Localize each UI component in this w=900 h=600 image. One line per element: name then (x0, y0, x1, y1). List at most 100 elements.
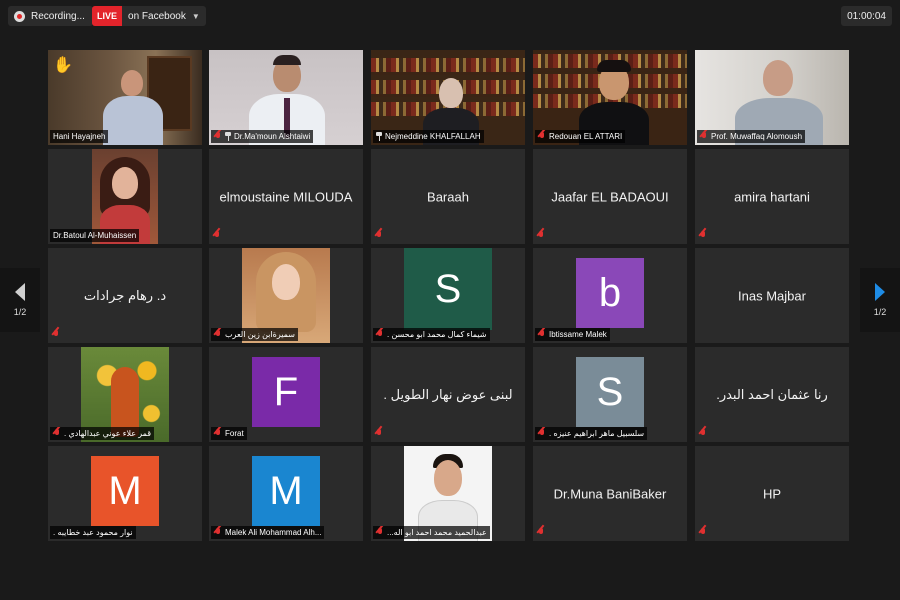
participant-tile[interactable]: Dr.Muna BaniBaker (533, 446, 687, 541)
participant-body (103, 96, 163, 145)
participant-tile[interactable]: Dr.Batoul Al-Muhaissen (48, 149, 202, 244)
participant-head (272, 264, 300, 300)
participant-head (763, 60, 793, 96)
previous-page-button[interactable]: 1/2 (0, 268, 40, 332)
participant-name: Nejmeddine KHALFALLAH (385, 132, 481, 141)
mic-muted-icon (53, 429, 61, 438)
participant-tile[interactable]: S سلسبيل ماهر ابراهيم عنيزه . (533, 347, 687, 442)
participant-tile[interactable]: S شيماء كمال محمد ابو محسن . (371, 248, 525, 343)
mic-muted-icon (538, 429, 546, 438)
participant-name-tag: Forat (211, 427, 247, 440)
participant-tile[interactable]: Baraah (371, 149, 525, 244)
record-icon (14, 10, 25, 22)
mic-muted-icon (699, 231, 707, 240)
participant-name: Dr.Batoul Al-Muhaissen (53, 231, 137, 240)
participant-display-name: Inas Majbar (738, 288, 806, 303)
mic-muted-icon (699, 528, 707, 537)
participant-name: Dr.Ma'moun Alshtaiwi (234, 132, 311, 141)
participant-tile[interactable]: elmoustaine MILOUDA (209, 149, 363, 244)
participant-tile[interactable]: M Malek Ali Mohammad Alh... (209, 446, 363, 541)
mic-muted-icon (214, 528, 222, 537)
mic-muted-icon (538, 330, 546, 339)
participant-display-name: Dr.Muna BaniBaker (553, 486, 667, 501)
participant-name: Ibtissame Malek (549, 330, 607, 339)
participant-tile[interactable]: amira hartani (695, 149, 849, 244)
participant-name-tag: Prof. Muwaffaq Alomoush (697, 130, 806, 143)
participant-initial-avatar: b (576, 258, 644, 328)
participant-tile[interactable]: لبنى عوض نهار الطويل . (371, 347, 525, 442)
participant-tile[interactable]: b Ibtissame Malek (533, 248, 687, 343)
participant-name: عبدالحميد محمد احمد ابو اله... (387, 528, 487, 537)
chevron-left-icon (15, 283, 25, 301)
participant-name: Hani Hayajneh (53, 132, 106, 141)
participant-head (434, 460, 462, 496)
participant-head (112, 167, 138, 199)
bookshelf-shelf (371, 72, 525, 75)
mic-muted-icon (375, 429, 383, 438)
mic-muted-icon (700, 132, 708, 141)
mic-muted-icon (376, 330, 384, 339)
participant-tile[interactable]: د. رهام جرادات (48, 248, 202, 343)
participant-hair (273, 55, 301, 65)
pin-icon (225, 132, 231, 141)
participant-head (121, 70, 143, 96)
participant-name-tag: Redouan EL ATTARI (535, 130, 626, 143)
bookshelf-row (371, 58, 525, 72)
participant-tile[interactable]: M نوار محمود عبد خطايبه . (48, 446, 202, 541)
participant-display-name: elmoustaine MILOUDA (219, 189, 353, 204)
participant-name-tag: Dr.Batoul Al-Muhaissen (50, 229, 140, 242)
participant-name: Prof. Muwaffaq Alomoush (711, 132, 803, 141)
meeting-timer: 01:00:04 (841, 6, 892, 26)
participant-tile[interactable]: عبدالحميد محمد احمد ابو اله... (371, 446, 525, 541)
participant-name: Malek Ali Mohammad Alh... (225, 528, 322, 537)
live-target-label: on Facebook (128, 10, 186, 22)
participant-name-tag: Nejmeddine KHALFALLAH (373, 130, 484, 143)
participant-initial-avatar: S (404, 248, 492, 330)
live-stream-menu[interactable]: LIVE on Facebook ▼ (92, 6, 206, 26)
mic-muted-icon (376, 528, 384, 537)
page-indicator: 1/2 (13, 307, 27, 317)
participant-tile[interactable]: Nejmeddine KHALFALLAH (371, 50, 525, 145)
pin-icon (376, 132, 382, 141)
participant-name-tag: سلسبيل ماهر ابراهيم عنيزه . (535, 427, 648, 440)
participant-tile[interactable]: HP (695, 446, 849, 541)
mic-muted-icon (375, 231, 383, 240)
participant-name-tag: عبدالحميد محمد احمد ابو اله... (373, 526, 490, 539)
participant-tile[interactable]: Redouan EL ATTARI (533, 50, 687, 145)
mic-muted-icon (537, 528, 545, 537)
participant-tile[interactable]: سميرةابن زين العرب (209, 248, 363, 343)
participant-name: قمر علاء عوني عبدالهادي . (64, 429, 152, 438)
participant-tile[interactable]: F Forat (209, 347, 363, 442)
recording-indicator[interactable]: Recording... (8, 6, 93, 26)
participant-name-tag: Hani Hayajneh (50, 130, 109, 143)
participant-name-tag: نوار محمود عبد خطايبه . (50, 526, 136, 539)
mic-muted-icon (214, 429, 222, 438)
next-page-button[interactable]: 1/2 (860, 268, 900, 332)
participant-name: Redouan EL ATTARI (549, 132, 623, 141)
participant-tile[interactable]: Jaafar EL BADAOUI (533, 149, 687, 244)
participant-name: نوار محمود عبد خطايبه . (53, 528, 133, 537)
chevron-right-icon (875, 283, 885, 301)
participant-initial-avatar: M (91, 456, 159, 526)
participant-name-tag: Ibtissame Malek (535, 328, 610, 341)
participant-name-tag: Malek Ali Mohammad Alh... (211, 526, 325, 539)
participant-name: Forat (225, 429, 244, 438)
participant-tile[interactable]: رنا عثمان احمد البدر. (695, 347, 849, 442)
participant-tile[interactable]: قمر علاء عوني عبدالهادي . (48, 347, 202, 442)
participant-display-name: Jaafar EL BADAOUI (551, 189, 669, 204)
participant-tile[interactable]: Prof. Muwaffaq Alomoush (695, 50, 849, 145)
participant-tile-active-speaker[interactable]: Dr.Ma'moun Alshtaiwi (209, 50, 363, 145)
participant-name-tag: سميرةابن زين العرب (211, 328, 298, 341)
mic-muted-icon (214, 132, 222, 141)
participant-display-name: Baraah (427, 189, 469, 204)
participant-display-name: amira hartani (734, 189, 810, 204)
participant-tile[interactable]: Inas Majbar (695, 248, 849, 343)
participant-name-tag: Dr.Ma'moun Alshtaiwi (211, 130, 314, 143)
participant-display-name: رنا عثمان احمد البدر. (716, 386, 828, 402)
participant-display-name: HP (762, 486, 782, 501)
participant-name-tag: شيماء كمال محمد ابو محسن . (373, 328, 490, 341)
participant-name: شيماء كمال محمد ابو محسن . (387, 330, 487, 339)
participant-display-name: لبنى عوض نهار الطويل . (383, 386, 513, 402)
participant-name: سميرةابن زين العرب (225, 330, 295, 339)
participant-tile[interactable]: ✋ Hani Hayajneh (48, 50, 202, 145)
